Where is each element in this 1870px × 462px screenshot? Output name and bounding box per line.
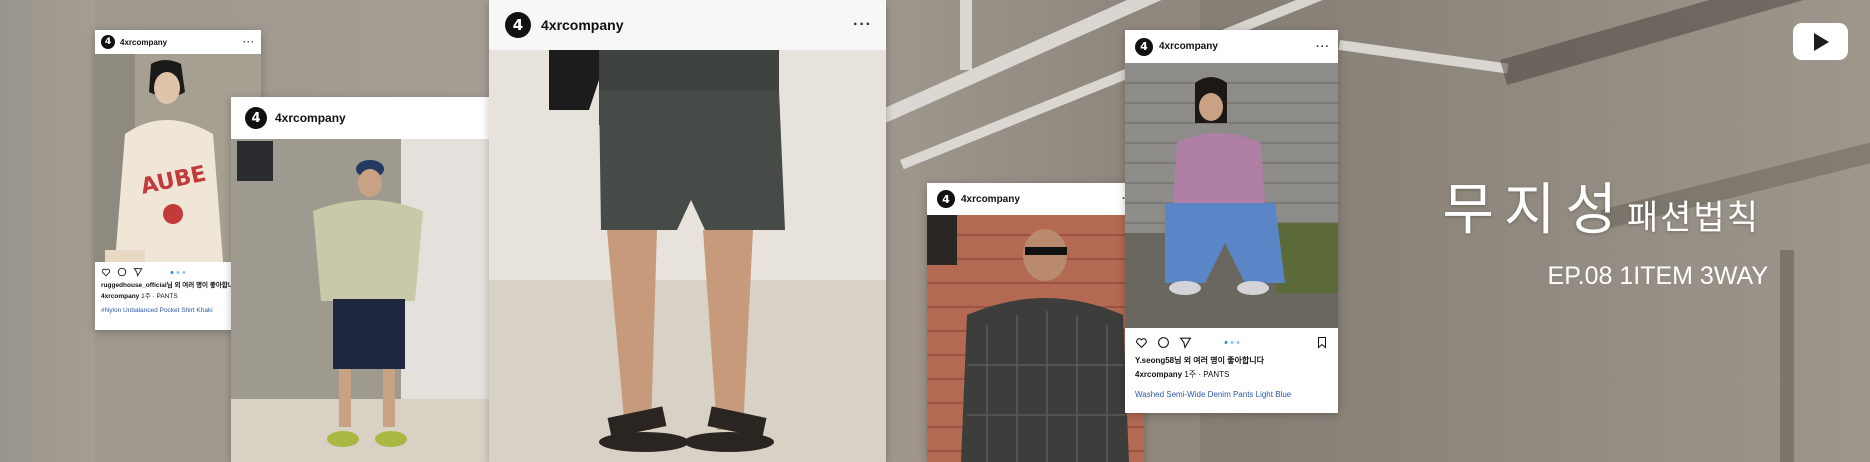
post-header: 4 4xrcompany xyxy=(231,97,489,139)
heart-icon[interactable] xyxy=(1135,336,1148,349)
instagram-post-2[interactable]: 4 4xrcompany xyxy=(231,97,489,462)
carousel-pager xyxy=(170,270,186,274)
photo-model-check-shirt xyxy=(927,215,1144,462)
post-photo[interactable] xyxy=(927,215,1144,462)
ceiling-post xyxy=(960,0,972,70)
post-username[interactable]: 4xrcompany xyxy=(961,194,1020,205)
more-dots-icon[interactable]: ··· xyxy=(853,16,872,34)
post-actions xyxy=(1125,328,1338,353)
channel-avatar[interactable]: 4 xyxy=(245,107,267,129)
post-photo[interactable] xyxy=(489,50,886,462)
product-tag[interactable]: Washed Semi-Wide Denim Pants Light Blue xyxy=(1135,390,1328,401)
video-title: 무지성패션법칙 xyxy=(1442,165,1760,246)
instagram-post-3[interactable]: 4 4xrcompany ··· xyxy=(489,0,886,462)
bookmark-icon[interactable] xyxy=(1316,336,1328,349)
more-dots-icon[interactable]: ··· xyxy=(1316,41,1330,53)
channel-avatar[interactable]: 4 xyxy=(1135,37,1153,56)
post-header: 4 4xrcompany ··· xyxy=(489,0,886,50)
left-wall xyxy=(0,0,95,462)
heart-icon[interactable] xyxy=(101,267,111,277)
caption-username[interactable]: 4xrcompany xyxy=(1135,370,1182,379)
post-header: 4 4xrcompany ··· xyxy=(1125,30,1338,63)
post-header: 4 4xrcompany ··· xyxy=(927,183,1144,215)
wall-pillar xyxy=(1780,250,1794,462)
instagram-post-4[interactable]: 4 4xrcompany ··· xyxy=(927,183,1144,462)
photo-shorts-sandals xyxy=(489,50,886,462)
comment-icon[interactable] xyxy=(117,267,127,277)
post-username[interactable]: 4xrcompany xyxy=(275,111,346,125)
photo-model-denim-pants xyxy=(1125,63,1338,328)
instagram-post-5[interactable]: 4 4xrcompany ··· Y.seong58님 외 여러 명이 좋아합니… xyxy=(1125,30,1338,413)
episode-label: EP.08 1ITEM 3WAY xyxy=(1547,262,1768,290)
send-icon[interactable] xyxy=(1179,336,1192,349)
youtube-play-icon xyxy=(1813,32,1829,51)
post-photo[interactable] xyxy=(1125,63,1338,328)
channel-avatar[interactable]: 4 xyxy=(101,35,115,49)
channel-avatar[interactable]: 4 xyxy=(937,190,955,208)
caption-username[interactable]: 4xrcompany xyxy=(101,293,139,300)
post-photo[interactable] xyxy=(231,139,489,462)
title-sub: 패션법칙 xyxy=(1626,198,1760,238)
post-username[interactable]: 4xrcompany xyxy=(120,38,167,47)
post-username[interactable]: 4xrcompany xyxy=(541,17,623,33)
carousel-pager xyxy=(1224,340,1239,344)
title-main: 무지성 xyxy=(1442,178,1627,243)
caption-text: 1주 · PANTS xyxy=(141,292,178,300)
more-dots-icon[interactable]: ··· xyxy=(243,37,255,47)
caption-text: 1주 · PANTS xyxy=(1184,369,1230,379)
photo-model-khaki-tee xyxy=(231,139,489,462)
send-icon[interactable] xyxy=(133,267,143,277)
channel-avatar[interactable]: 4 xyxy=(505,12,531,38)
liker-line: Y.seong58님 외 여러 명이 좋아합니다 xyxy=(1135,356,1264,365)
youtube-play-button[interactable] xyxy=(1793,23,1848,60)
post-header: 4 4xrcompany ··· xyxy=(95,30,261,54)
post-caption: Y.seong58님 외 여러 명이 좋아합니다 4xrcompany 1주 ·… xyxy=(1125,353,1338,403)
post-username[interactable]: 4xrcompany xyxy=(1159,41,1218,52)
comment-icon[interactable] xyxy=(1157,336,1170,349)
